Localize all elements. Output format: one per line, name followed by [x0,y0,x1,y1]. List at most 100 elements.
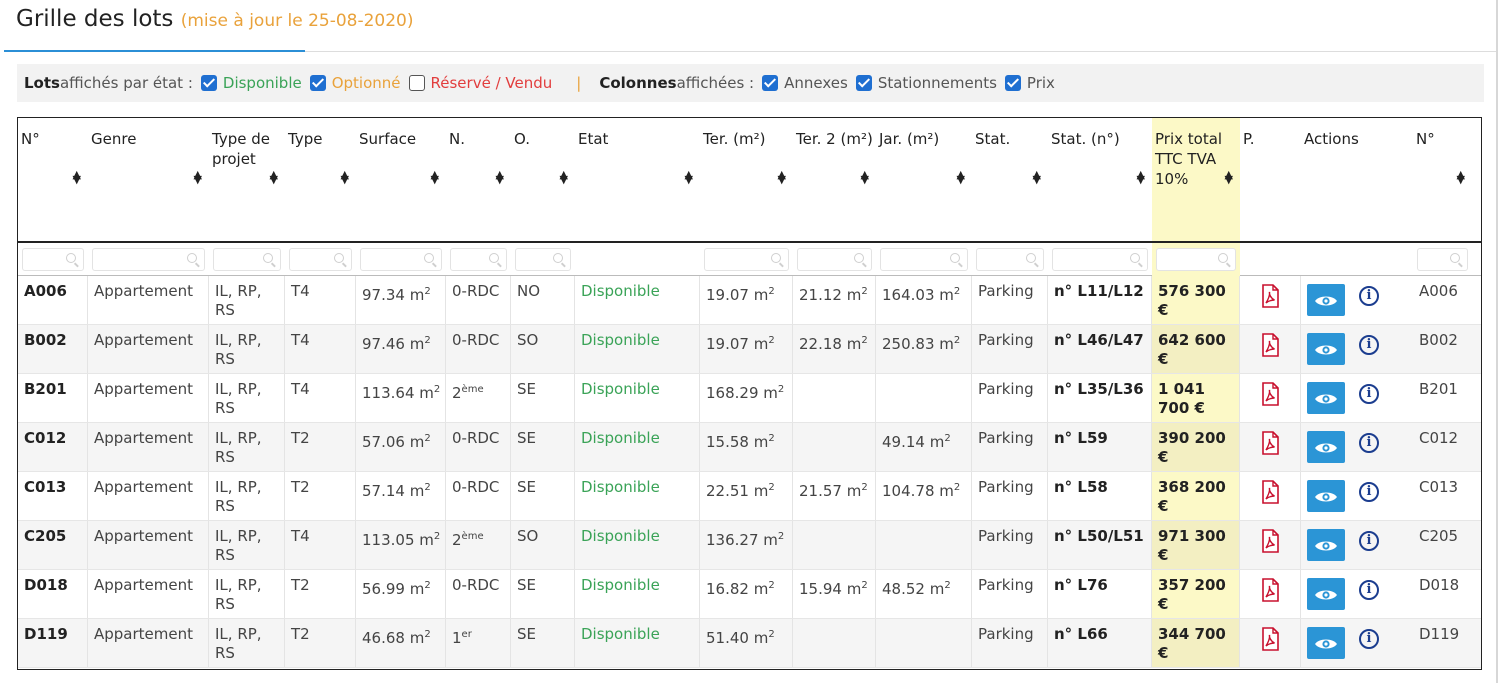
lot-type-projet: IL, RP, RS [209,472,285,520]
sort-icon[interactable]: ▲ ▼ [685,169,693,185]
state-label-reserve-vendu[interactable]: Réservé / Vendu [431,74,553,92]
column-search-input[interactable] [450,248,507,271]
column-header[interactable]: Ter. (m²) ▲ ▼ [700,118,793,241]
column-search-input[interactable] [22,248,84,271]
column-header[interactable]: Surface ▲ ▼ [356,118,446,241]
column-header[interactable]: Genre ▲ ▼ [88,118,209,241]
filter-cell [700,248,793,277]
column-search-input[interactable] [289,248,352,271]
pdf-icon[interactable] [1260,578,1280,602]
info-icon[interactable]: i [1359,580,1379,600]
column-header[interactable]: Jar. (m²) ▲ ▼ [876,118,972,241]
info-icon[interactable]: i [1359,482,1379,502]
column-search-input[interactable] [92,248,205,271]
info-icon[interactable]: i [1359,531,1379,551]
pdf-icon[interactable] [1260,529,1280,553]
lot-type-projet-value: IL, RP, RS [215,282,262,319]
column-header[interactable]: Type ▲ ▼ [285,118,356,241]
column-search-input[interactable] [797,248,872,271]
state-label-disponible[interactable]: Disponible [223,74,302,92]
pdf-icon[interactable] [1260,382,1280,406]
sort-icon[interactable]: ▲ ▼ [194,169,202,185]
info-icon[interactable]: i [1359,629,1379,649]
checkbox-stationnements[interactable] [855,75,872,91]
state-label-optionne[interactable]: Optionné [332,74,401,92]
column-search-input[interactable] [1052,248,1148,271]
sort-icon[interactable]: ▲ ▼ [341,169,349,185]
column-header[interactable]: N. ▲ ▼ [446,118,511,241]
column-header[interactable]: N° ▲ ▼ [1413,118,1472,241]
view-button[interactable] [1307,529,1345,561]
view-button[interactable] [1307,627,1345,659]
lot-niveau: 1er [446,619,511,667]
lot-etat-value: Disponible [581,576,660,594]
lot-genre: Appartement [88,374,209,422]
sort-icon[interactable]: ▲ ▼ [270,169,278,185]
column-search-input[interactable] [515,248,571,271]
lot-type: T4 [285,325,356,373]
column-search-input[interactable] [360,248,442,271]
column-header[interactable]: Stat. ▲ ▼ [972,118,1048,241]
checkbox-optionne[interactable] [309,75,326,91]
view-button[interactable] [1307,480,1345,512]
view-button[interactable] [1307,431,1345,463]
lot-terrasse-2-sup: 2 [861,286,868,297]
sort-icon[interactable]: ▲ ▼ [1137,169,1145,185]
lot-terrasse-sup: 2 [768,482,775,493]
pdf-icon[interactable] [1260,627,1280,651]
sort-icon[interactable]: ▲ ▼ [957,169,965,185]
column-header[interactable]: Prix total TTC TVA 10% ▲ ▼ [1152,118,1240,241]
sort-icon[interactable]: ▲ ▼ [431,169,439,185]
view-button[interactable] [1307,333,1345,365]
column-search-input[interactable] [213,248,281,271]
pdf-icon[interactable] [1260,480,1280,504]
sort-icon[interactable]: ▲ ▼ [1457,169,1465,185]
info-icon[interactable]: i [1359,286,1379,306]
info-icon[interactable]: i [1359,335,1379,355]
column-search-input[interactable] [1417,248,1468,271]
column-header[interactable]: Type de projet ▲ ▼ [209,118,285,241]
column-search-input[interactable] [704,248,789,271]
sort-icon[interactable]: ▲ ▼ [778,169,786,185]
info-icon[interactable]: i [1359,433,1379,453]
column-header-label: Ter. (m²) [703,130,766,148]
column-label-stationnements[interactable]: Stationnements [878,74,997,92]
view-button[interactable] [1307,382,1345,414]
sort-icon[interactable]: ▲ ▼ [861,169,869,185]
pdf-icon[interactable] [1260,333,1280,357]
checkbox-annexes[interactable] [762,75,779,91]
sort-icon[interactable]: ▲ ▼ [560,169,568,185]
column-search-input[interactable] [880,248,968,271]
pdf-icon[interactable] [1260,431,1280,455]
lot-stationnement-numero-value: n° L50/L51 [1054,527,1144,545]
column-header-label: O. [514,130,530,148]
checkbox-disponible[interactable] [200,75,217,91]
info-icon[interactable]: i [1359,384,1379,404]
column-label-prix[interactable]: Prix [1027,74,1055,92]
column-header[interactable]: O. ▲ ▼ [511,118,575,241]
sort-icon[interactable]: ▲ ▼ [496,169,504,185]
checkbox-reserve-vendu[interactable] [408,75,425,91]
column-header[interactable]: Ter. 2 (m²) ▲ ▼ [793,118,876,241]
column-header[interactable]: Etat ▲ ▼ [575,118,700,241]
lot-jardin: 164.03 m2 [876,276,972,324]
sort-icon[interactable]: ▲ ▼ [1033,169,1041,185]
column-search-input[interactable] [976,248,1044,271]
checkbox-prix[interactable] [1004,75,1021,91]
lot-surface-sup: 2 [433,531,441,542]
view-button[interactable] [1307,284,1345,316]
lot-type: T2 [285,570,356,618]
lot-terrasse-2 [793,521,876,569]
lot-pdf-cell [1240,570,1301,618]
column-search-input[interactable] [1156,248,1236,271]
lot-surface-sup: 2 [424,335,431,346]
column-header[interactable]: N° ▲ ▼ [18,118,88,241]
column-header[interactable]: Stat. (n°) ▲ ▼ [1048,118,1152,241]
lot-number-value: C012 [24,429,67,447]
column-label-annexes[interactable]: Annexes [784,74,848,92]
pdf-icon[interactable] [1260,284,1280,308]
sort-icon[interactable]: ▲ ▼ [73,169,81,185]
sort-icon[interactable]: ▲ ▼ [1225,169,1233,185]
view-button[interactable] [1307,578,1345,610]
column-header-label: Genre [91,130,137,148]
